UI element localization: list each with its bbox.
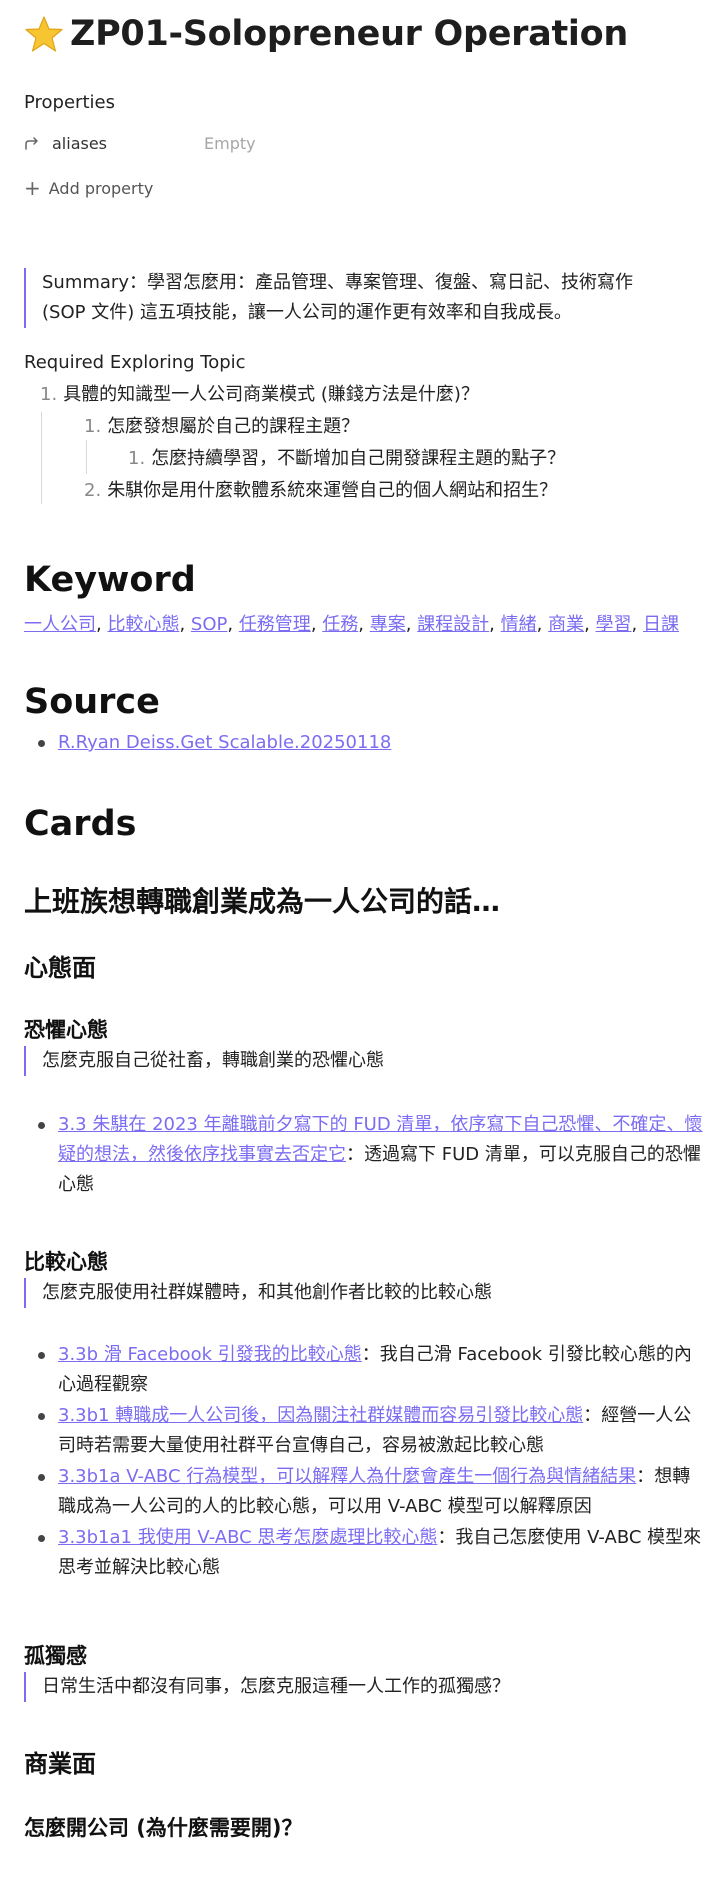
indent-guide bbox=[41, 412, 42, 504]
bullet-dot bbox=[38, 1352, 45, 1359]
compare-heading: 比較心態 bbox=[24, 1250, 108, 1274]
list-item: 3.3b1a1 我使用 V-ABC 思考怎麼處理比較心態：我自己怎麼使用 V-A… bbox=[24, 1523, 704, 1583]
property-key: aliases bbox=[52, 134, 108, 153]
list-item: 1. 怎麼持續學習，不斷增加自己開發課程主題的點子？ bbox=[128, 448, 566, 469]
compare-quote: 怎麼克服使用社群媒體時，和其他創作者比較的比較心態 bbox=[24, 1278, 682, 1308]
keyword-tag[interactable]: 比較心態 bbox=[107, 614, 179, 635]
keyword-tag[interactable]: 日課 bbox=[643, 614, 679, 635]
keyword-heading: Keyword bbox=[24, 560, 196, 600]
list-item: R.Ryan Deiss.Get Scalable.20250118 bbox=[24, 728, 704, 758]
keyword-tag[interactable]: 任務 bbox=[322, 614, 358, 635]
cards-subheading: 上班族想轉職創業成為一人公司的話… bbox=[24, 885, 501, 918]
card-link[interactable]: 3.3b1a1 我使用 V-ABC 思考怎麼處理比較心態 bbox=[58, 1527, 437, 1548]
lonely-heading: 孤獨感 bbox=[24, 1644, 87, 1668]
keyword-tag[interactable]: 任務管理 bbox=[239, 614, 311, 635]
note-page: ZP01-Solopreneur Operation Properties al… bbox=[0, 0, 728, 1895]
card-link[interactable]: 3.3b1 轉職成一人公司後，因為關注社群媒體而容易引發比較心態 bbox=[58, 1405, 583, 1426]
card-link[interactable]: 3.3b1a V-ABC 行為模型，可以解釋人為什麼會產生一個行為與情緒結果 bbox=[58, 1466, 636, 1487]
star-icon bbox=[25, 16, 63, 52]
list-item: 1. 怎麼發想屬於自己的課程主題？ bbox=[84, 416, 360, 437]
list-item: 1. 具體的知識型一人公司商業模式 (賺錢方法是什麼)？ bbox=[40, 384, 479, 405]
plus-icon: + bbox=[24, 176, 41, 200]
page-title: ZP01-Solopreneur Operation bbox=[24, 14, 628, 54]
source-link[interactable]: R.Ryan Deiss.Get Scalable.20250118 bbox=[58, 732, 391, 753]
list-item: 3.3b1 轉職成一人公司後，因為關注社群媒體而容易引發比較心態：經營一人公司時… bbox=[24, 1401, 704, 1461]
bullet-dot bbox=[38, 740, 45, 747]
keyword-tag[interactable]: 課程設計 bbox=[417, 614, 489, 635]
keyword-tag[interactable]: SOP bbox=[191, 614, 227, 635]
lonely-quote: 日常生活中都沒有同事，怎麼克服這種一人工作的孤獨感？ bbox=[24, 1672, 682, 1702]
fear-heading: 恐懼心態 bbox=[24, 1018, 108, 1042]
business-heading: 商業面 bbox=[24, 1750, 96, 1778]
cards-heading: Cards bbox=[24, 804, 137, 844]
summary-callout: Summary：學習怎麼用：產品管理、專案管理、復盤、寫日記、技術寫作 (SOP… bbox=[24, 268, 682, 328]
fear-quote: 怎麼克服自己從社畜，轉職創業的恐懼心態 bbox=[24, 1046, 682, 1076]
list-item: 2. 朱騏你是用什麼軟體系統來運營自己的個人網站和招生？ bbox=[84, 480, 558, 501]
list-item: 3.3b1a V-ABC 行為模型，可以解釋人為什麼會產生一個行為與情緒結果：想… bbox=[24, 1462, 704, 1522]
business-subheading: 怎麼開公司 (為什麼需要開)？ bbox=[24, 1816, 303, 1840]
property-aliases[interactable]: aliases Empty bbox=[24, 134, 256, 153]
list-item: 3.3 朱騏在 2023 年離職前夕寫下的 FUD 清單，依序寫下自己恐懼、不確… bbox=[24, 1110, 704, 1200]
bullet-dot bbox=[38, 1535, 45, 1542]
arrow-turn-icon bbox=[25, 136, 38, 150]
keyword-tag[interactable]: 情緒 bbox=[501, 614, 537, 635]
card-link[interactable]: 3.3b 滑 Facebook 引發我的比較心態 bbox=[58, 1344, 362, 1365]
properties-heading: Properties bbox=[24, 92, 115, 113]
indent-guide bbox=[86, 440, 87, 474]
keyword-tag[interactable]: 商業 bbox=[548, 614, 584, 635]
keyword-tag[interactable]: 學習 bbox=[596, 614, 632, 635]
add-property-button[interactable]: + Add property bbox=[24, 178, 153, 198]
bullet-dot bbox=[38, 1122, 45, 1129]
exploring-heading: Required Exploring Topic bbox=[24, 352, 246, 373]
keyword-tag[interactable]: 一人公司 bbox=[24, 614, 96, 635]
property-value-input[interactable]: Empty bbox=[204, 134, 256, 153]
summary-text: Summary：學習怎麼用：產品管理、專案管理、復盤、寫日記、技術寫作 (SOP… bbox=[42, 272, 633, 323]
bullet-dot bbox=[38, 1474, 45, 1481]
page-title-text: ZP01-Solopreneur Operation bbox=[70, 14, 628, 54]
keyword-tag[interactable]: 專案 bbox=[370, 614, 406, 635]
bullet-dot bbox=[38, 1413, 45, 1420]
list-item: 3.3b 滑 Facebook 引發我的比較心態：我自己滑 Facebook 引… bbox=[24, 1340, 704, 1400]
mindset-heading: 心態面 bbox=[24, 954, 96, 982]
source-heading: Source bbox=[24, 682, 160, 722]
add-property-label: Add property bbox=[48, 178, 154, 198]
keyword-tags: 一人公司, 比較心態, SOP, 任務管理, 任務, 專案, 課程設計, 情緒,… bbox=[24, 614, 679, 635]
